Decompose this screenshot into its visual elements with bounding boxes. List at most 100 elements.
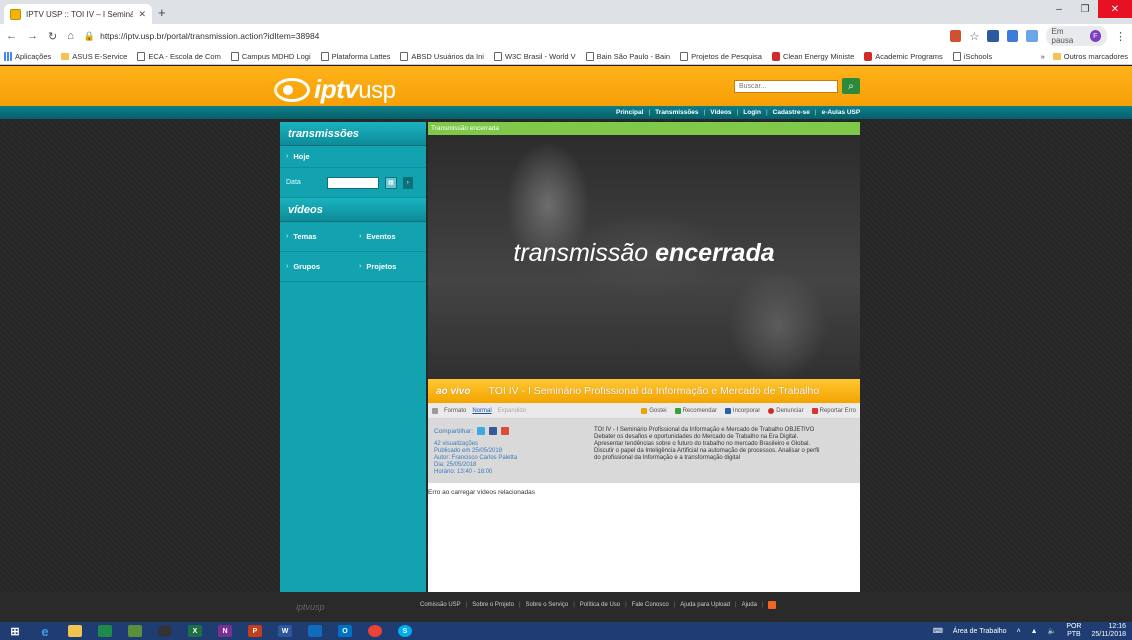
window-close-icon[interactable]: ✕ bbox=[1098, 0, 1132, 18]
nav-cadastre-se[interactable]: Cadastre-se bbox=[773, 109, 810, 116]
nav-videos[interactable]: Vídeos bbox=[710, 109, 731, 116]
footer-link[interactable]: Política de Uso bbox=[580, 602, 620, 608]
search-button[interactable]: ⌕ bbox=[842, 78, 860, 94]
taskbar-app[interactable] bbox=[150, 622, 180, 640]
reload-icon[interactable]: ↻ bbox=[48, 30, 57, 43]
video-overlay-message: transmissão encerrada bbox=[513, 239, 775, 267]
sidebar-item-eventos[interactable]: › Eventos bbox=[353, 222, 426, 251]
minimize-icon[interactable]: – bbox=[1046, 0, 1072, 18]
taskbar-app[interactable] bbox=[120, 622, 150, 640]
extension-icon[interactable] bbox=[987, 30, 999, 42]
video-player[interactable]: transmissão encerrada bbox=[428, 135, 860, 379]
arrow-icon: › bbox=[359, 263, 362, 270]
sidebar-item-hoje[interactable]: › Hoje bbox=[280, 146, 426, 168]
taskbar-app[interactable]: e bbox=[30, 622, 60, 640]
footer-link[interactable]: Ajuda para Upload bbox=[680, 602, 730, 608]
footer-link[interactable]: Ajuda bbox=[742, 602, 757, 608]
menu-icon[interactable]: ⋮ bbox=[1115, 30, 1126, 43]
search-input[interactable] bbox=[734, 80, 838, 93]
bookmark-item[interactable]: Bain São Paulo - Bain bbox=[585, 51, 670, 61]
desktop-label[interactable]: Área de Trabalho bbox=[953, 628, 1007, 635]
nav-login[interactable]: Login bbox=[743, 109, 761, 116]
taskbar-app[interactable]: O bbox=[330, 622, 360, 640]
taskbar-app[interactable] bbox=[360, 622, 390, 640]
home-icon[interactable]: ⌂ bbox=[67, 30, 74, 42]
sidebar-item-projetos[interactable]: › Projetos bbox=[353, 252, 426, 281]
date-input[interactable] bbox=[326, 176, 379, 189]
embed-button[interactable]: Incorporar bbox=[724, 407, 760, 414]
recommend-button[interactable]: Recomendar bbox=[674, 407, 717, 414]
page-icon bbox=[400, 51, 409, 61]
onenote-icon: N bbox=[218, 625, 232, 637]
site-footer: iptvusp Comissão USP | Sobre o Projeto | S… bbox=[0, 592, 1132, 622]
site-logo[interactable]: iptvusp bbox=[274, 74, 396, 105]
sidebar-item-grupos[interactable]: › Grupos bbox=[280, 252, 353, 281]
forward-icon[interactable]: → bbox=[27, 30, 38, 42]
language-indicator[interactable]: POR PTB bbox=[1066, 623, 1081, 639]
bookmark-item[interactable]: ABSD Usuários da Ini bbox=[400, 51, 484, 61]
bookmark-item[interactable]: ASUS E-Service bbox=[61, 52, 127, 61]
profile-button[interactable]: Em pausa F bbox=[1045, 26, 1107, 46]
bookmark-item[interactable]: Aplicações bbox=[4, 51, 51, 61]
tab-close-icon[interactable]: ✕ bbox=[138, 9, 146, 20]
back-icon[interactable]: ← bbox=[6, 30, 17, 42]
bookmark-item[interactable]: ECA - Escola de Com bbox=[137, 51, 221, 61]
clock[interactable]: 12:16 25/11/2018 bbox=[1091, 623, 1126, 639]
new-tab-button[interactable]: + bbox=[158, 5, 166, 20]
calendar-icon[interactable]: ▦ bbox=[384, 176, 397, 189]
taskbar-app[interactable]: P bbox=[240, 622, 270, 640]
twitter-icon[interactable] bbox=[477, 427, 486, 435]
shield-icon bbox=[771, 51, 780, 61]
bookmark-item[interactable]: Plataforma Lattes bbox=[320, 51, 390, 61]
bookmark-item[interactable]: iSchools bbox=[952, 51, 992, 61]
nav-transmissoes[interactable]: Transmissões bbox=[655, 109, 698, 116]
taskbar-app[interactable]: S bbox=[390, 622, 420, 640]
sidebar-item-temas[interactable]: › Temas bbox=[280, 222, 353, 251]
footer-logo[interactable]: iptvusp bbox=[296, 602, 325, 612]
taskbar-app[interactable] bbox=[60, 622, 90, 640]
format-normal-link[interactable]: Normal bbox=[472, 408, 491, 414]
bookmarks-overflow[interactable]: » bbox=[1041, 52, 1045, 61]
keyboard-icon[interactable]: ⌨ bbox=[933, 627, 943, 635]
lock-icon: 🔒 bbox=[83, 30, 96, 41]
date-go-button[interactable]: › bbox=[402, 176, 413, 189]
network-icon[interactable]: ▲ bbox=[1031, 628, 1038, 635]
footer-link[interactable]: Sobre o Projeto bbox=[472, 602, 514, 608]
start-button[interactable]: ⊞ bbox=[0, 622, 30, 640]
footer-link[interactable]: Fale Conosco bbox=[632, 602, 669, 608]
extension-icon[interactable] bbox=[1006, 30, 1019, 42]
format-expanded-link[interactable]: Expandido bbox=[498, 408, 526, 414]
other-bookmarks[interactable]: Outros marcadores bbox=[1052, 52, 1128, 61]
nav-principal[interactable]: Principal bbox=[616, 109, 643, 116]
bookmark-item[interactable]: Campus MDHD Logi bbox=[230, 51, 311, 61]
footer-link[interactable]: Comissão USP bbox=[420, 602, 461, 608]
taskbar-app[interactable]: N bbox=[210, 622, 240, 640]
report-button[interactable]: Denunciar bbox=[768, 407, 804, 414]
taskbar-app[interactable]: X bbox=[180, 622, 210, 640]
browser-tab[interactable]: IPTV USP :: TOI IV – I Seminário P ✕ bbox=[4, 4, 152, 24]
bookmark-item[interactable]: W3C Brasil - World V bbox=[493, 51, 576, 61]
google-plus-icon[interactable] bbox=[501, 427, 510, 435]
address-bar[interactable]: 🔒 https://iptv.usp.br/portal/transmissio… bbox=[84, 27, 940, 45]
maximize-icon[interactable]: ❐ bbox=[1072, 0, 1098, 18]
bookmark-star-icon[interactable]: ☆ bbox=[969, 30, 979, 43]
chrome-icon bbox=[368, 625, 382, 637]
nav-e-aulas[interactable]: e-Aulas USP bbox=[822, 109, 861, 116]
bookmark-item[interactable]: Projetos de Pesquisa bbox=[680, 51, 762, 61]
bookmark-item[interactable]: Clean Energy Ministe bbox=[771, 51, 854, 61]
taskbar-app[interactable] bbox=[300, 622, 330, 640]
extension-icon[interactable] bbox=[1026, 30, 1038, 42]
url-text: https://iptv.usp.br/portal/transmission.… bbox=[100, 31, 320, 41]
taskbar-app[interactable]: W bbox=[270, 622, 300, 640]
rss-icon[interactable] bbox=[768, 601, 777, 609]
taskbar-app[interactable] bbox=[90, 622, 120, 640]
bookmark-item[interactable]: Academic Programs bbox=[864, 51, 943, 61]
facebook-icon[interactable] bbox=[489, 427, 498, 435]
like-button[interactable]: Gostei bbox=[641, 407, 667, 414]
extension-icon[interactable] bbox=[950, 30, 962, 42]
tray-overflow-icon[interactable]: ˄ bbox=[1017, 628, 1021, 635]
footer-link[interactable]: Sobre o Serviço bbox=[526, 602, 569, 608]
volume-icon[interactable]: 🔈 bbox=[1048, 627, 1057, 635]
report-error-button[interactable]: Reportar Erro bbox=[811, 407, 856, 414]
folder-icon bbox=[1052, 52, 1061, 60]
